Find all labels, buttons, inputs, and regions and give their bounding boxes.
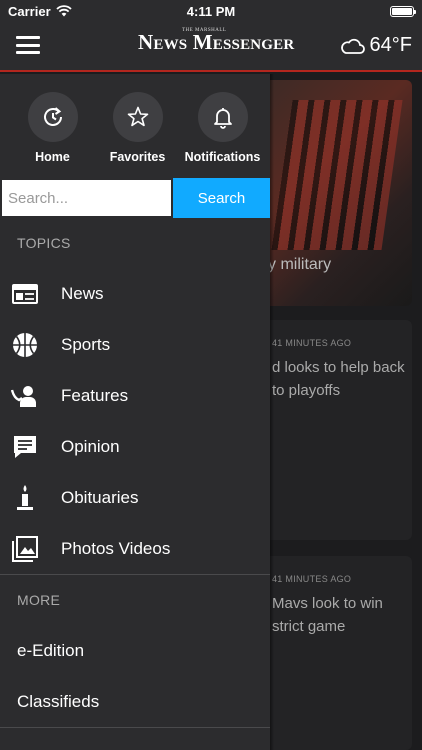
cloud-icon (340, 38, 365, 54)
status-left: Carrier (8, 4, 72, 19)
article-timestamp: 41 MINUTES AGO (272, 574, 352, 584)
weather-widget[interactable]: 64°F (340, 34, 412, 57)
article-card[interactable]: 41 MINUTES AGO d looks to help back to p… (252, 320, 412, 540)
article-card[interactable]: y military (252, 80, 412, 306)
topic-features[interactable]: Features (0, 370, 270, 421)
article-image (271, 100, 403, 250)
more-item-classifieds[interactable]: Classifieds (0, 676, 270, 727)
weather-temp: 64°F (369, 34, 412, 56)
person-icon (11, 382, 39, 410)
home-circle (27, 92, 78, 142)
topic-label: Sports (61, 334, 111, 354)
article-headline: d looks to help back to playoffs (272, 359, 405, 399)
comment-icon (11, 433, 39, 461)
search-button[interactable]: Search (173, 178, 270, 218)
battery-icon (390, 5, 416, 17)
topic-opinion[interactable]: Opinion (0, 421, 270, 472)
status-right (390, 5, 416, 17)
refresh-clock-icon (43, 107, 62, 126)
newspaper-icon (11, 280, 39, 308)
notifications-circle (197, 92, 248, 142)
topic-label: Opinion (61, 436, 120, 456)
bell-icon (213, 108, 232, 129)
side-drawer: Home Favorites Notifications Search... S… (0, 74, 270, 750)
favorites-button[interactable]: Favorites (95, 92, 180, 178)
topic-label: Obituaries (61, 487, 139, 507)
more-item-e-edition[interactable]: e-Edition (0, 625, 270, 676)
article-timestamp: 41 MINUTES AGO (272, 338, 352, 348)
home-label: Home (35, 150, 70, 164)
topic-news[interactable]: News (0, 268, 270, 319)
topic-label: Features (61, 385, 129, 405)
favorites-label: Favorites (109, 150, 166, 164)
article-headline: Mavs look to win strict game (272, 595, 383, 635)
article-caption: y military (268, 256, 332, 273)
topic-label: Photos Videos (61, 538, 171, 558)
star-icon (127, 106, 148, 127)
app-header: THE MARSHALL News Messenger 64°F (0, 22, 422, 72)
topic-obituaries[interactable]: Obituaries (0, 472, 270, 523)
quick-actions: Home Favorites Notifications (0, 74, 270, 178)
topics-heading: TOPICS (17, 235, 71, 251)
topic-photos-videos[interactable]: Photos Videos (0, 523, 270, 574)
status-bar: Carrier 4:11 PM (0, 0, 422, 22)
candle-icon (11, 484, 39, 512)
carrier-label: Carrier (8, 3, 51, 19)
search-input[interactable] (0, 178, 173, 218)
home-button[interactable]: Home (10, 92, 95, 178)
section-divider (0, 727, 270, 728)
topic-label: News (61, 283, 104, 303)
photos-icon (11, 535, 39, 563)
drawer-shadow (270, 74, 274, 750)
more-heading: MORE (17, 592, 61, 608)
topic-sports[interactable]: Sports (0, 319, 270, 370)
app-logo[interactable]: News Messenger (138, 30, 294, 55)
menu-icon[interactable] (16, 36, 40, 54)
notifications-label: Notifications (184, 150, 261, 164)
article-card[interactable]: 41 MINUTES AGO Mavs look to win strict g… (252, 556, 412, 750)
notifications-button[interactable]: Notifications (180, 92, 265, 178)
search-row: Search (0, 178, 270, 218)
favorites-circle (112, 92, 163, 142)
wifi-icon (56, 5, 72, 17)
basketball-icon (11, 331, 39, 359)
status-time: 4:11 PM (186, 3, 236, 19)
